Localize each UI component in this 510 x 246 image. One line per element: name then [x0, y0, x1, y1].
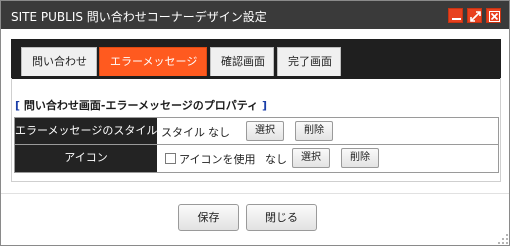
tab-complete-screen[interactable]: 完了画面 — [277, 47, 341, 76]
property-row-error-style: エラーメッセージのスタイル スタイル なし 選択 削除 — [15, 118, 498, 145]
title-bar[interactable]: SITE PUBLIS 問い合わせコーナーデザイン設定 — [1, 1, 509, 29]
tab-label: 問い合わせ — [32, 55, 87, 68]
properties-table: エラーメッセージのスタイル スタイル なし 選択 削除 アイコン アイコンを使用… — [14, 117, 499, 173]
section-title-text: 問い合わせ画面-エラーメッセージのプロパティ — [23, 99, 259, 112]
tab-label: 確認画面 — [221, 55, 265, 68]
icon-value: なし — [265, 153, 287, 166]
property-label: アイコン — [15, 145, 157, 172]
minimize-icon[interactable] — [448, 8, 463, 23]
style-select-button[interactable]: 選択 — [246, 121, 284, 141]
property-value-cell: スタイル なし 選択 削除 — [157, 118, 498, 144]
bracket-close: ] — [261, 99, 267, 112]
bracket-open: [ — [15, 99, 21, 112]
close-icon[interactable] — [486, 8, 501, 23]
property-label: エラーメッセージのスタイル — [15, 118, 157, 144]
icon-delete-button[interactable]: 削除 — [341, 148, 379, 168]
tab-label: エラーメッセージ — [110, 55, 198, 68]
tab-contact[interactable]: 問い合わせ — [21, 47, 97, 76]
resize-grip-icon[interactable] — [497, 233, 509, 245]
use-icon-label: アイコンを使用 — [179, 153, 256, 166]
property-row-icon: アイコン アイコンを使用 なし 選択 削除 — [15, 145, 498, 172]
maximize-icon[interactable] — [467, 8, 482, 23]
icon-select-button[interactable]: 選択 — [292, 148, 330, 168]
window-title: SITE PUBLIS 問い合わせコーナーデザイン設定 — [11, 10, 267, 24]
tab-confirm-screen[interactable]: 確認画面 — [210, 47, 274, 76]
tab-label: 完了画面 — [288, 55, 332, 68]
property-value-cell: アイコンを使用 なし 選択 削除 — [157, 145, 498, 172]
save-button[interactable]: 保存 — [178, 204, 239, 231]
style-value: なし — [208, 126, 230, 139]
section-title: [ 問い合わせ画面-エラーメッセージのプロパティ ] — [15, 97, 267, 113]
tab-strip: 問い合わせ エラーメッセージ 確認画面 完了画面 — [11, 39, 501, 79]
footer-divider — [1, 193, 509, 194]
use-icon-checkbox[interactable] — [165, 153, 176, 164]
close-button[interactable]: 閉じる — [246, 204, 317, 231]
style-prefix: スタイル — [161, 126, 205, 139]
tab-error-message[interactable]: エラーメッセージ — [99, 47, 207, 76]
dialog-window: SITE PUBLIS 問い合わせコーナーデザイン設定 問い合わせ エラーメッセ… — [0, 0, 510, 246]
style-delete-button[interactable]: 削除 — [295, 121, 333, 141]
